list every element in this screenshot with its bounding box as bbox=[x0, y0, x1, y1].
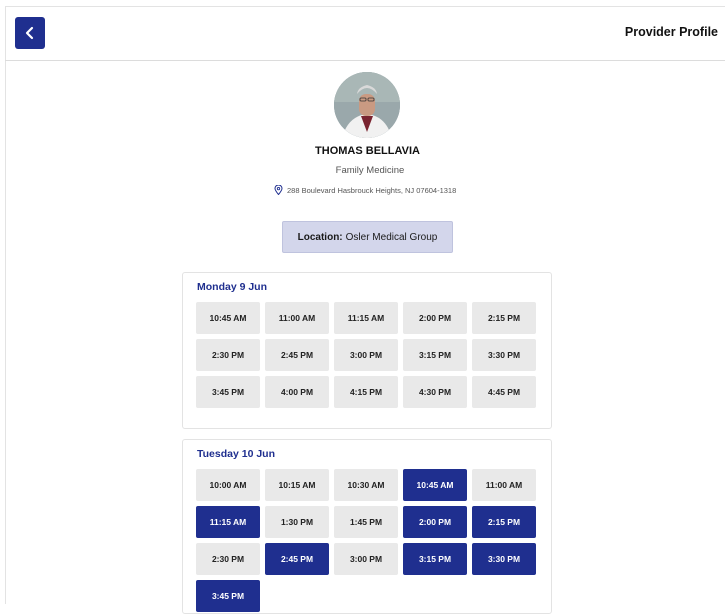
time-slot-button[interactable]: 4:45 PM bbox=[472, 376, 536, 408]
address-text: 288 Boulevard Hasbrouck Heights, NJ 0760… bbox=[287, 185, 457, 195]
time-slot-button[interactable]: 3:30 PM bbox=[472, 543, 536, 575]
time-slot-button[interactable]: 4:30 PM bbox=[403, 376, 467, 408]
time-slot-button[interactable]: 2:15 PM bbox=[472, 302, 536, 334]
location-selector-button[interactable]: Location: Osler Medical Group bbox=[282, 221, 453, 253]
time-slot-button[interactable]: 3:30 PM bbox=[472, 339, 536, 371]
time-slot-button[interactable]: 3:45 PM bbox=[196, 376, 260, 408]
time-slot-button[interactable]: 2:30 PM bbox=[196, 543, 260, 575]
time-slot-button[interactable]: 4:00 PM bbox=[265, 376, 329, 408]
chevron-left-icon bbox=[25, 26, 34, 40]
day-title: Tuesday 10 Jun bbox=[197, 448, 276, 460]
time-slot-button[interactable]: 10:45 AM bbox=[196, 302, 260, 334]
time-slot-button[interactable]: 10:00 AM bbox=[196, 469, 260, 501]
time-slot-button[interactable]: 2:00 PM bbox=[403, 302, 467, 334]
location-pin-icon bbox=[274, 185, 283, 195]
top-bar: Provider Profile bbox=[5, 6, 725, 61]
time-slot-button[interactable]: 3:45 PM bbox=[196, 580, 260, 612]
day-card-tuesday: Tuesday 10 Jun 10:00 AM 10:15 AM 10:30 A… bbox=[182, 439, 552, 614]
day-title: Monday 9 Jun bbox=[197, 281, 268, 293]
day-card-monday: Monday 9 Jun 10:45 AM 11:00 AM 11:15 AM … bbox=[182, 272, 552, 429]
slot-grid: 10:00 AM 10:15 AM 10:30 AM 10:45 AM 11:0… bbox=[196, 469, 546, 612]
provider-specialty: Family Medicine bbox=[335, 165, 405, 176]
time-slot-button[interactable]: 3:00 PM bbox=[334, 543, 398, 575]
time-slot-button[interactable]: 11:15 AM bbox=[334, 302, 398, 334]
time-slot-button[interactable]: 2:30 PM bbox=[196, 339, 260, 371]
time-slot-button[interactable]: 3:00 PM bbox=[334, 339, 398, 371]
time-slot-button[interactable]: 2:00 PM bbox=[403, 506, 467, 538]
time-slot-button[interactable]: 10:30 AM bbox=[334, 469, 398, 501]
time-slot-button[interactable]: 2:45 PM bbox=[265, 339, 329, 371]
slot-grid: 10:45 AM 11:00 AM 11:15 AM 2:00 PM 2:15 … bbox=[196, 302, 546, 408]
provider-name: THOMAS BELLAVIA bbox=[315, 145, 420, 157]
time-slot-button[interactable]: 2:15 PM bbox=[472, 506, 536, 538]
time-slot-button[interactable]: 11:15 AM bbox=[196, 506, 260, 538]
provider-avatar bbox=[334, 72, 400, 138]
page-title: Provider Profile bbox=[624, 25, 718, 39]
time-slot-button[interactable]: 4:15 PM bbox=[334, 376, 398, 408]
time-slot-button[interactable]: 1:30 PM bbox=[265, 506, 329, 538]
time-slot-button[interactable]: 2:45 PM bbox=[265, 543, 329, 575]
time-slot-button[interactable]: 1:45 PM bbox=[334, 506, 398, 538]
time-slot-button[interactable]: 3:15 PM bbox=[403, 543, 467, 575]
time-slot-button[interactable]: 11:00 AM bbox=[472, 469, 536, 501]
provider-address: 288 Boulevard Hasbrouck Heights, NJ 0760… bbox=[274, 185, 456, 195]
time-slot-button[interactable]: 10:15 AM bbox=[265, 469, 329, 501]
location-value: Osler Medical Group bbox=[345, 231, 438, 243]
back-button[interactable] bbox=[15, 17, 45, 49]
time-slot-button[interactable]: 11:00 AM bbox=[265, 302, 329, 334]
time-slot-button[interactable]: 10:45 AM bbox=[403, 469, 467, 501]
location-label: Location: bbox=[297, 231, 343, 243]
time-slot-button[interactable]: 3:15 PM bbox=[403, 339, 467, 371]
